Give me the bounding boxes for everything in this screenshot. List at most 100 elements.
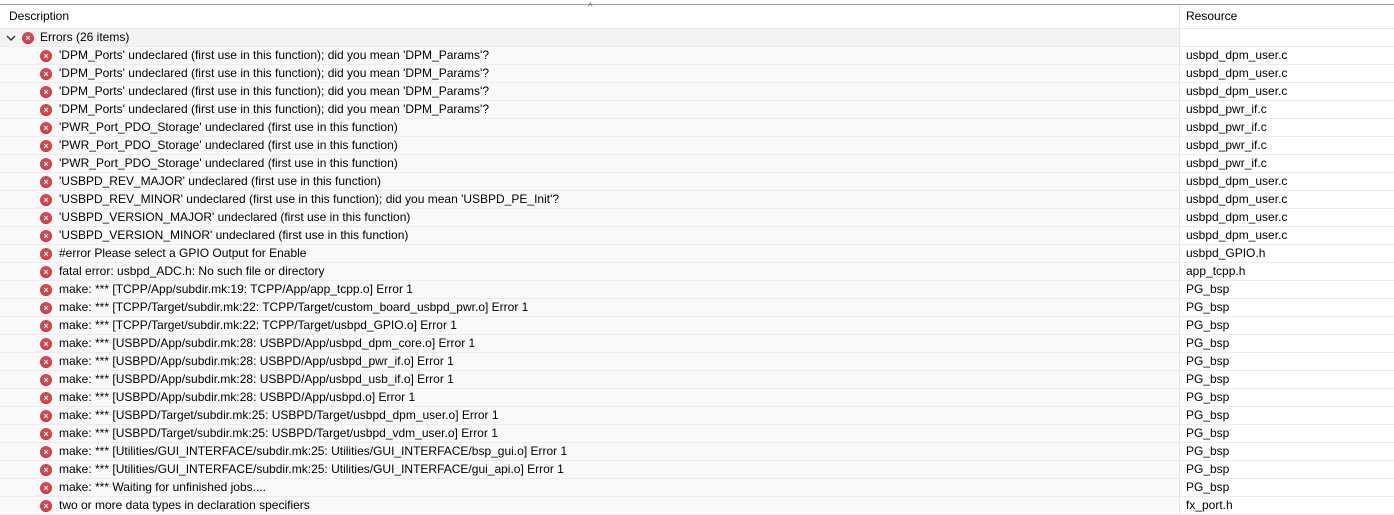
table-row[interactable]: × make: *** [Utilities/GUI_INTERFACE/subd… bbox=[0, 443, 1394, 461]
error-icon: × bbox=[40, 283, 52, 296]
column-header-resource[interactable]: Resource bbox=[1180, 5, 1394, 28]
error-description: make: *** [Utilities/GUI_INTERFACE/subdi… bbox=[59, 462, 564, 476]
table-row[interactable]: × 'USBPD_VERSION_MAJOR' undeclared (first… bbox=[0, 209, 1394, 227]
error-description: 'USBPD_VERSION_MINOR' undeclared (first … bbox=[59, 228, 409, 242]
table-row[interactable]: × 'PWR_Port_PDO_Storage' undeclared (firs… bbox=[0, 155, 1394, 173]
error-icon: × bbox=[40, 355, 52, 368]
problems-table: Description Resource ^ × Errors (26 item… bbox=[0, 2, 1394, 515]
error-icon: × bbox=[40, 337, 52, 350]
error-resource: PG_bsp bbox=[1186, 390, 1230, 404]
error-description: make: *** [USBPD/App/subdir.mk:28: USBPD… bbox=[59, 336, 476, 350]
table-row[interactable]: × 'DPM_Ports' undeclared (first use in th… bbox=[0, 47, 1394, 65]
table-row[interactable]: × make: *** [TCPP/Target/subdir.mk:22: TC… bbox=[0, 317, 1394, 335]
error-resource: PG_bsp bbox=[1186, 300, 1230, 314]
table-row[interactable]: × 'PWR_Port_PDO_Storage' undeclared (firs… bbox=[0, 119, 1394, 137]
error-icon: × bbox=[40, 229, 52, 242]
error-description: make: *** Waiting for unfinished jobs...… bbox=[59, 480, 266, 494]
sort-ascending-icon: ^ bbox=[588, 2, 593, 13]
error-description: make: *** [USBPD/Target/subdir.mk:25: US… bbox=[59, 426, 498, 440]
error-resource: PG_bsp bbox=[1186, 426, 1230, 440]
error-resource: fx_port.h bbox=[1186, 498, 1233, 512]
error-resource: PG_bsp bbox=[1186, 336, 1230, 350]
error-resource: usbpd_pwr_if.c bbox=[1186, 120, 1267, 134]
error-resource: usbpd_dpm_user.c bbox=[1186, 210, 1288, 224]
error-resource: usbpd_GPIO.h bbox=[1186, 246, 1266, 260]
error-description: make: *** [USBPD/Target/subdir.mk:25: US… bbox=[59, 408, 499, 422]
error-description: make: *** [TCPP/App/subdir.mk:19: TCPP/A… bbox=[59, 282, 413, 296]
table-row[interactable]: × 'USBPD_REV_MAJOR' undeclared (first use… bbox=[0, 173, 1394, 191]
error-resource: PG_bsp bbox=[1186, 444, 1230, 458]
error-icon: × bbox=[40, 121, 52, 134]
error-resource: usbpd_dpm_user.c bbox=[1186, 84, 1288, 98]
table-header: Description Resource ^ bbox=[0, 2, 1394, 29]
error-resource: PG_bsp bbox=[1186, 408, 1230, 422]
error-resource: usbpd_pwr_if.c bbox=[1186, 156, 1267, 170]
error-icon: × bbox=[40, 481, 52, 494]
error-icon: × bbox=[40, 409, 52, 422]
error-resource: usbpd_dpm_user.c bbox=[1186, 48, 1288, 62]
table-row[interactable]: × 'USBPD_REV_MINOR' undeclared (first use… bbox=[0, 191, 1394, 209]
error-description: 'PWR_Port_PDO_Storage' undeclared (first… bbox=[59, 120, 398, 134]
table-row[interactable]: × 'USBPD_VERSION_MINOR' undeclared (first… bbox=[0, 227, 1394, 245]
table-row[interactable]: × 'DPM_Ports' undeclared (first use in th… bbox=[0, 83, 1394, 101]
error-icon: × bbox=[40, 247, 52, 260]
error-description: 'DPM_Ports' undeclared (first use in thi… bbox=[59, 66, 490, 80]
table-row[interactable]: × 'DPM_Ports' undeclared (first use in th… bbox=[0, 65, 1394, 83]
error-icon: × bbox=[40, 49, 52, 62]
error-description: make: *** [USBPD/App/subdir.mk:28: USBPD… bbox=[59, 372, 454, 386]
table-row[interactable]: × make: *** [USBPD/App/subdir.mk:28: USBP… bbox=[0, 389, 1394, 407]
error-icon: × bbox=[40, 265, 52, 278]
table-row[interactable]: × 'PWR_Port_PDO_Storage' undeclared (firs… bbox=[0, 137, 1394, 155]
error-resource: usbpd_dpm_user.c bbox=[1186, 66, 1288, 80]
error-icon: × bbox=[40, 139, 52, 152]
table-row[interactable]: × make: *** [TCPP/App/subdir.mk:19: TCPP/… bbox=[0, 281, 1394, 299]
error-icon: × bbox=[40, 499, 52, 512]
error-icon: × bbox=[22, 31, 34, 44]
error-description: 'DPM_Ports' undeclared (first use in thi… bbox=[59, 102, 490, 116]
error-description: two or more data types in declaration sp… bbox=[59, 498, 310, 512]
error-icon: × bbox=[40, 175, 52, 188]
error-resource: usbpd_pwr_if.c bbox=[1186, 138, 1267, 152]
table-row[interactable]: × make: *** [USBPD/Target/subdir.mk:25: U… bbox=[0, 407, 1394, 425]
error-icon: × bbox=[40, 103, 52, 116]
error-icon: × bbox=[40, 373, 52, 386]
error-resource: PG_bsp bbox=[1186, 462, 1230, 476]
error-description: 'USBPD_VERSION_MAJOR' undeclared (first … bbox=[59, 210, 411, 224]
error-resource: PG_bsp bbox=[1186, 282, 1230, 296]
error-icon: × bbox=[40, 427, 52, 440]
table-row[interactable]: × two or more data types in declaration s… bbox=[0, 497, 1394, 515]
error-resource: PG_bsp bbox=[1186, 318, 1230, 332]
chevron-down-icon[interactable] bbox=[6, 34, 16, 42]
table-row[interactable]: × make: *** [USBPD/App/subdir.mk:28: USBP… bbox=[0, 335, 1394, 353]
table-row[interactable]: × fatal error: usbpd_ADC.h: No such file … bbox=[0, 263, 1394, 281]
table-row[interactable]: × make: *** [Utilities/GUI_INTERFACE/subd… bbox=[0, 461, 1394, 479]
table-row[interactable]: × 'DPM_Ports' undeclared (first use in th… bbox=[0, 101, 1394, 119]
group-label: Errors (26 items) bbox=[40, 30, 130, 44]
table-row[interactable]: × make: *** [TCPP/Target/subdir.mk:22: TC… bbox=[0, 299, 1394, 317]
error-description: 'PWR_Port_PDO_Storage' undeclared (first… bbox=[59, 156, 398, 170]
error-description: make: *** [USBPD/App/subdir.mk:28: USBPD… bbox=[59, 354, 454, 368]
error-icon: × bbox=[40, 157, 52, 170]
error-description: 'DPM_Ports' undeclared (first use in thi… bbox=[59, 84, 490, 98]
group-row-errors[interactable]: × Errors (26 items) bbox=[0, 29, 1394, 47]
error-resource: app_tcpp.h bbox=[1186, 264, 1246, 278]
error-description: make: *** [TCPP/Target/subdir.mk:22: TCP… bbox=[59, 318, 457, 332]
error-resource: PG_bsp bbox=[1186, 480, 1230, 494]
error-description: 'USBPD_REV_MINOR' undeclared (first use … bbox=[59, 192, 560, 206]
error-description: 'USBPD_REV_MAJOR' undeclared (first use … bbox=[59, 174, 382, 188]
table-row[interactable]: × #error Please select a GPIO Output for … bbox=[0, 245, 1394, 263]
error-description: 'PWR_Port_PDO_Storage' undeclared (first… bbox=[59, 138, 398, 152]
error-icon: × bbox=[40, 301, 52, 314]
error-icon: × bbox=[40, 193, 52, 206]
table-row[interactable]: × make: *** [USBPD/Target/subdir.mk:25: U… bbox=[0, 425, 1394, 443]
table-row[interactable]: × make: *** Waiting for unfinished jobs..… bbox=[0, 479, 1394, 497]
table-row[interactable]: × make: *** [USBPD/App/subdir.mk:28: USBP… bbox=[0, 371, 1394, 389]
error-resource: usbpd_dpm_user.c bbox=[1186, 228, 1288, 242]
table-row[interactable]: × make: *** [USBPD/App/subdir.mk:28: USBP… bbox=[0, 353, 1394, 371]
error-description: #error Please select a GPIO Output for E… bbox=[59, 246, 307, 260]
error-resource: PG_bsp bbox=[1186, 354, 1230, 368]
error-description: make: *** [TCPP/Target/subdir.mk:22: TCP… bbox=[59, 300, 529, 314]
error-icon: × bbox=[40, 85, 52, 98]
error-description: make: *** [Utilities/GUI_INTERFACE/subdi… bbox=[59, 444, 568, 458]
error-icon: × bbox=[40, 67, 52, 80]
